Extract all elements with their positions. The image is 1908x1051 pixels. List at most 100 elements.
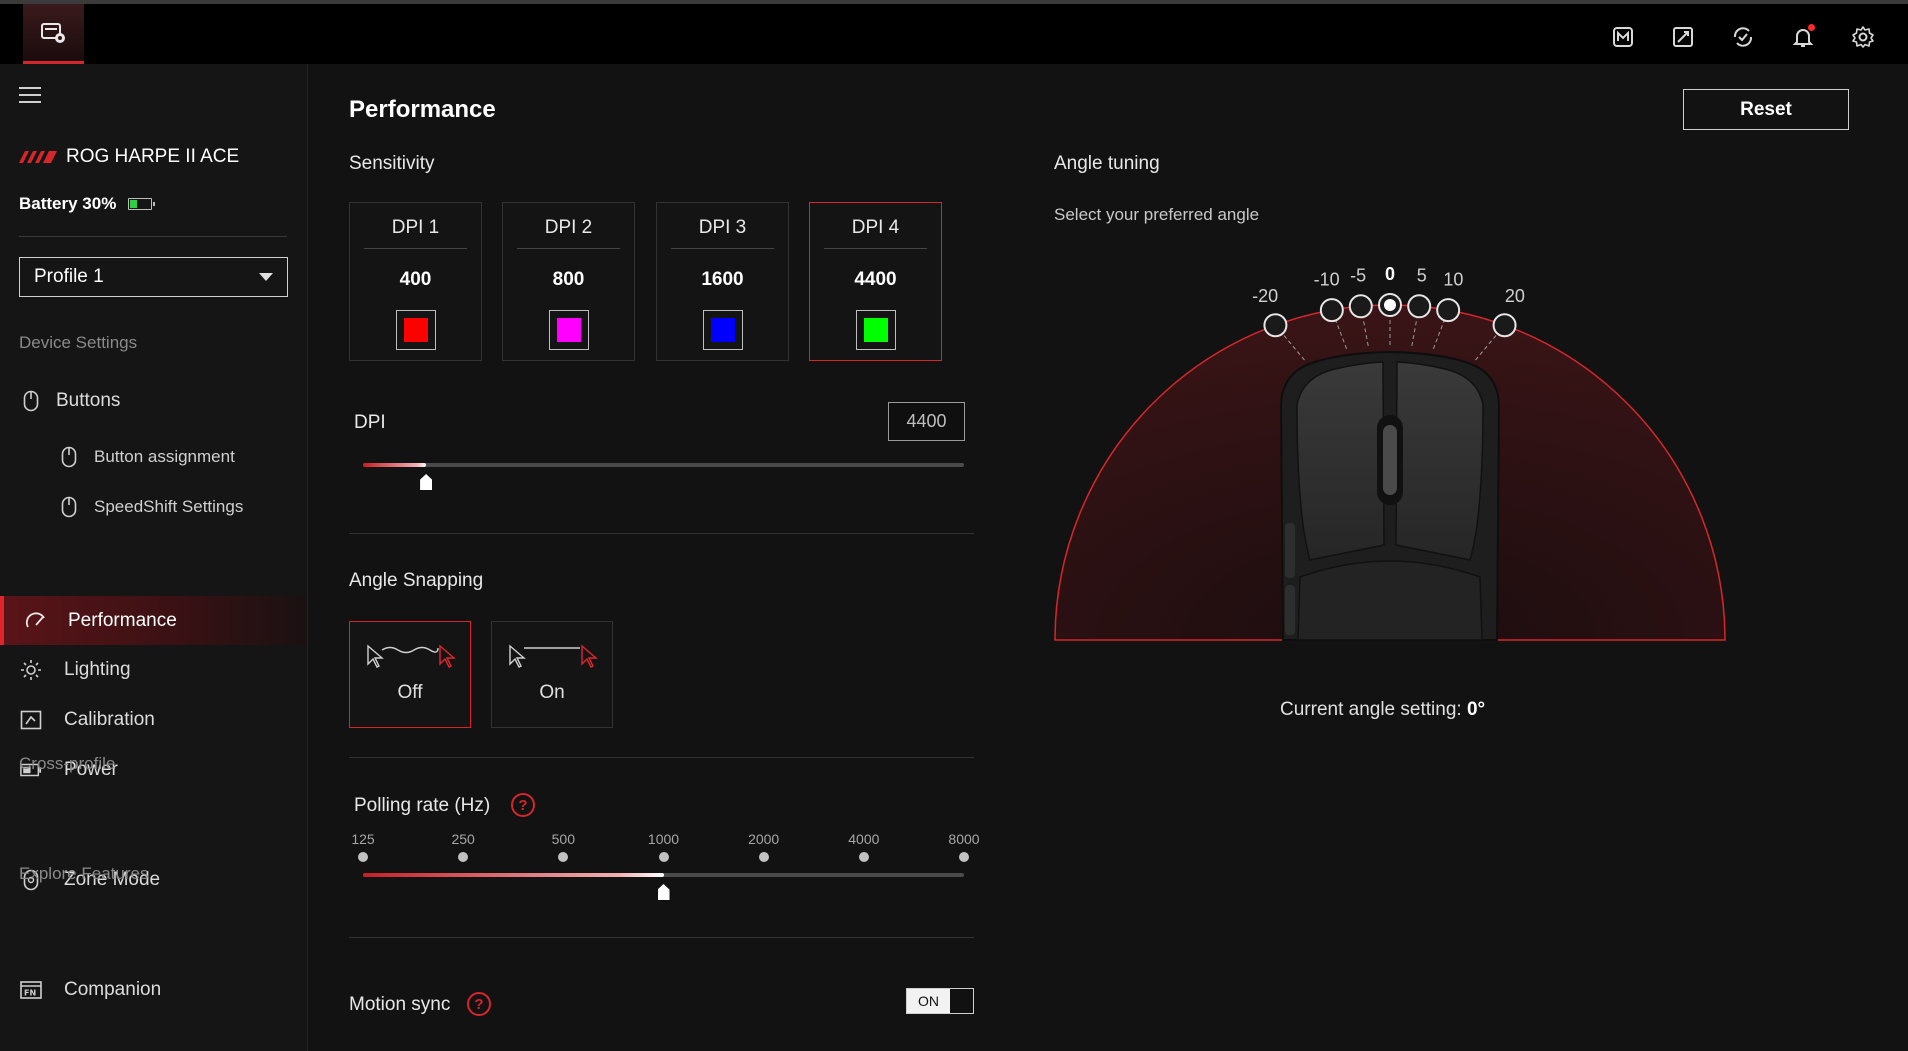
sidebar-item-buttons[interactable]: Buttons [0, 377, 307, 425]
dpi-slider[interactable] [363, 463, 964, 467]
polling-tick-label: 125 [351, 831, 375, 847]
sidebar-item-companion[interactable]: FN Companion [0, 966, 307, 1014]
svg-text:FN: FN [24, 989, 36, 998]
sidebar-item-label: Buttons [56, 390, 121, 411]
polling-slider-fill [363, 873, 664, 877]
sidebar-item-label: Performance [68, 609, 177, 631]
sidebar-item-speedshift[interactable]: SpeedShift Settings [0, 483, 307, 531]
mouse-top-view-icon [1279, 350, 1501, 641]
angle-snapping-on-option[interactable]: On [491, 621, 613, 728]
polling-tick-dot[interactable] [658, 852, 669, 862]
snapping-on-cursor-icon [509, 644, 598, 668]
reset-button[interactable]: Reset [1683, 89, 1849, 130]
angle-tuning-subtitle: Select your preferred angle [1054, 205, 1260, 224]
dpi-value-input[interactable] [888, 402, 965, 441]
settings-gear-icon[interactable] [1848, 22, 1878, 52]
dpi-card-3[interactable]: DPI 3 1600 [656, 202, 789, 361]
sidebar-item-calibration[interactable]: Calibration [0, 696, 307, 744]
device-name: ROG HARPE II ACE [66, 146, 240, 167]
notification-bell-icon[interactable] [1788, 22, 1818, 52]
dpi-card-1[interactable]: DPI 1 400 [349, 202, 482, 361]
sync-icon[interactable] [1728, 22, 1758, 52]
sidebar-item-performance[interactable]: Performance [0, 596, 307, 645]
angle-option-10[interactable] [1436, 298, 1461, 323]
sidebar-item-lighting[interactable]: Lighting [0, 646, 307, 694]
battery-status: Battery 30% [19, 194, 156, 214]
sidebar-item-label: Button assignment [94, 447, 235, 466]
angle-selected-dot [1384, 299, 1396, 311]
divider [824, 248, 927, 249]
polling-tick-dot[interactable] [959, 852, 969, 862]
battery-text: Battery 30% [19, 194, 117, 213]
sidebar-item-button-assignment[interactable]: Button assignment [0, 433, 307, 481]
dpi-color-picker[interactable] [703, 310, 743, 350]
mouse-tools-icon[interactable] [1668, 22, 1698, 52]
dpi-color-picker[interactable] [856, 310, 896, 350]
angle-option--10[interactable] [1319, 298, 1344, 323]
app-home-button[interactable] [23, 4, 84, 64]
polling-rate-slider[interactable] [363, 873, 964, 877]
polling-slider-thumb[interactable] [657, 884, 670, 900]
sidebar-item-label: Calibration [64, 709, 155, 730]
notification-badge [1808, 24, 1815, 31]
dpi-color-picker[interactable] [396, 310, 436, 350]
top-bar [0, 0, 1908, 64]
divider [671, 248, 774, 249]
section-divider [349, 757, 974, 758]
current-angle-setting: Current angle setting: 0° [1280, 699, 1485, 721]
angle-option-label: 10 [1443, 270, 1463, 290]
armoury-crate-logo-icon [40, 22, 65, 43]
device-header: ROG HARPE II ACE [19, 146, 239, 168]
polling-tick-label: 2000 [748, 831, 780, 847]
polling-tick-dot[interactable] [358, 852, 368, 862]
section-cross-profile: Cross-profile [19, 754, 116, 773]
angle-option-label: -5 [1350, 265, 1366, 285]
polling-tick-label: 1000 [647, 831, 680, 847]
dpi-card-4[interactable]: DPI 4 4400 [809, 202, 942, 361]
angle-option-5[interactable] [1407, 294, 1432, 319]
polling-rate-label: Polling rate (Hz) [354, 795, 491, 816]
divider [364, 248, 467, 249]
dpi-color-picker[interactable] [549, 310, 589, 350]
companion-fn-icon: FN [20, 979, 42, 1001]
polling-rate-help-icon[interactable]: ? [511, 793, 535, 817]
polling-tick-dot[interactable] [458, 852, 469, 862]
armoury-crate-icon[interactable] [1608, 22, 1638, 52]
sidebar-item-label: Companion [64, 979, 162, 1000]
calibration-icon [20, 709, 42, 731]
snap-option-label: On [539, 682, 565, 703]
polling-tick-label: 8000 [948, 831, 980, 847]
polling-tick-dot[interactable] [858, 852, 869, 862]
angle-snapping-heading: Angle Snapping [349, 570, 484, 591]
angle-option--5[interactable] [1348, 294, 1373, 319]
lighting-sun-icon [20, 659, 42, 681]
angle-snapping-off-option[interactable]: Off [349, 621, 471, 728]
color-swatch [864, 318, 888, 342]
menu-hamburger-icon[interactable] [19, 87, 41, 103]
angle-option-label: 0 [1385, 264, 1395, 284]
polling-tick-label: 500 [551, 831, 576, 847]
motion-sync-help-icon[interactable]: ? [467, 992, 491, 1016]
angle-option--20[interactable] [1263, 313, 1288, 338]
color-swatch [711, 318, 735, 342]
section-divider [349, 937, 974, 938]
battery-icon [128, 198, 156, 210]
angle-option-label: 20 [1505, 286, 1525, 306]
page-title: Performance [349, 96, 496, 123]
color-swatch [404, 318, 428, 342]
section-explore-features: Explore Features [19, 864, 149, 883]
polling-tick-dot[interactable] [758, 852, 769, 862]
dpi-slider-thumb[interactable] [420, 474, 433, 490]
chevron-down-icon [259, 273, 273, 281]
dpi-card-2[interactable]: DPI 2 800 [502, 202, 635, 361]
angle-option-label: -10 [1314, 270, 1340, 290]
toggle-off-area [950, 989, 973, 1013]
current-angle-value: 0° [1466, 699, 1486, 720]
dpi-card-name: DPI 3 [698, 217, 747, 238]
motion-sync-toggle[interactable]: ON [906, 988, 974, 1014]
profile-dropdown[interactable]: Profile 1 [19, 257, 288, 297]
polling-tick-dot[interactable] [558, 852, 569, 862]
color-swatch [557, 318, 581, 342]
angle-option-20[interactable] [1492, 313, 1517, 338]
sensitivity-heading: Sensitivity [349, 153, 435, 174]
